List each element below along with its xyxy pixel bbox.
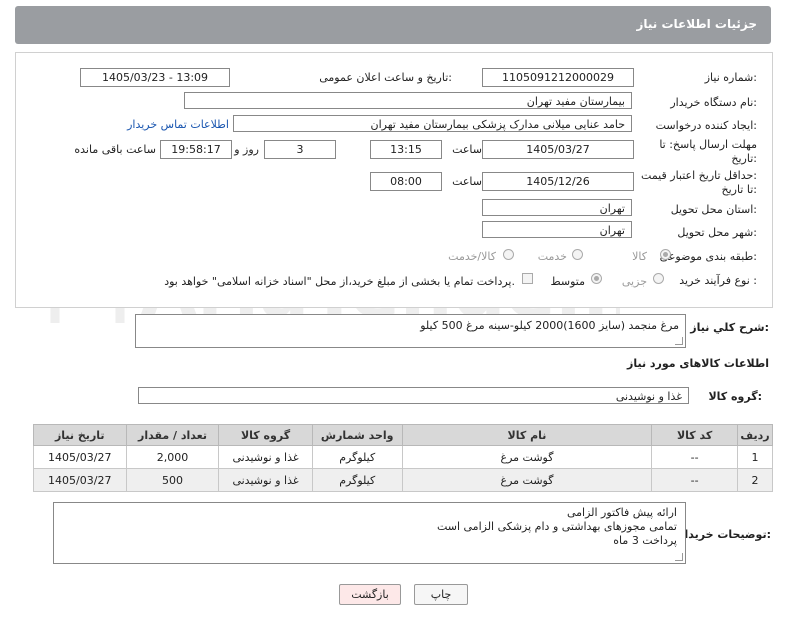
cell-unit: کیلوگرم <box>311 445 403 469</box>
goods-section-title: اطلاعات کالاهای مورد نیاز <box>627 357 769 370</box>
days-label: روز و <box>234 143 259 156</box>
remaining-label: ساعت باقی مانده <box>74 143 156 156</box>
process-label: نوع فرآیند خرید : <box>679 274 757 287</box>
buyer-notes-textarea[interactable]: ارائه پیش فاکتور الزامی تمامی مجوزهای به… <box>53 502 686 564</box>
buyer-note-line: پرداخت 3 ماه <box>613 534 677 547</box>
validity-time-field: 08:00 <box>370 172 442 191</box>
page-title: جزئیات اطلاعات نیاز <box>636 17 757 31</box>
print-button[interactable]: چاپ <box>414 584 468 605</box>
cell-row-number: 2 <box>737 468 773 492</box>
table-header-row: تاریخ نیاز تعداد / مقدار گروه کالا واحد … <box>33 424 773 446</box>
col-row-number: ردیف <box>737 424 773 446</box>
buyer-org-field: بیمارستان مفید تهران <box>184 92 632 109</box>
process-radio-minor[interactable] <box>653 273 664 284</box>
resize-handle-icon[interactable] <box>675 337 683 345</box>
process-option-medium: متوسط <box>550 275 585 288</box>
deadline-label-date: تاریخ: <box>731 152 757 165</box>
table-row[interactable]: 1405/03/27 2,000 غذا و نوشیدنی کیلوگرم گ… <box>33 445 773 469</box>
treasury-payment-checkbox[interactable] <box>522 273 533 284</box>
deadline-time-field: 13:15 <box>370 140 442 159</box>
remaining-time-field: 19:58:17 <box>160 140 232 159</box>
goods-group-label: گروه کالا: <box>708 390 762 403</box>
validity-date-field: 1405/12/26 <box>482 172 634 191</box>
cell-row-number: 1 <box>737 445 773 469</box>
deadline-hour-label: ساعت <box>452 143 482 156</box>
announce-label: تاریخ و ساعت اعلان عمومی: <box>319 71 452 84</box>
category-radio-service[interactable] <box>572 249 583 260</box>
cell-quantity: 2,000 <box>125 445 220 469</box>
need-number-field: 1105091212000029 <box>482 68 634 87</box>
process-option-minor: جزیی <box>621 275 647 288</box>
col-quantity: تعداد / مقدار <box>125 424 220 446</box>
category-option-goods-service: کالا/خدمت <box>448 250 496 263</box>
cell-goods-code: -- <box>651 468 739 492</box>
province-field: تهران <box>482 199 632 216</box>
cell-quantity: 500 <box>125 468 220 492</box>
cell-need-date: 1405/03/27 <box>33 445 127 469</box>
creator-field: حامد عنایی میلانی مدارک پزشکی بیمارستان … <box>233 115 632 132</box>
city-label: شهر محل تحویل: <box>677 226 757 239</box>
validity-label-date: تا تاریخ: <box>721 183 757 196</box>
back-button[interactable]: بازگشت <box>339 584 401 605</box>
category-label: طبقه بندی موضوعی: <box>659 250 757 263</box>
description-text: مرغ منجمد (سایز 1600)2000 کیلو-سینه مرغ … <box>420 319 679 332</box>
deadline-date-field: 1405/03/27 <box>482 140 634 159</box>
goods-group-field: غذا و نوشیدنی <box>138 387 689 404</box>
buyer-contact-link[interactable]: اطلاعات تماس خریدار <box>127 118 229 131</box>
col-unit: واحد شمارش <box>311 424 403 446</box>
col-need-date: تاریخ نیاز <box>33 424 127 446</box>
announce-datetime-field: 1405/03/23 - 13:09 <box>80 68 230 87</box>
buyer-note-line: ارائه پیش فاکتور الزامی <box>566 506 677 519</box>
col-goods-name: نام کالا <box>401 424 653 446</box>
deadline-label: مهلت ارسال پاسخ: تا <box>659 138 757 151</box>
cell-need-date: 1405/03/27 <box>33 468 127 492</box>
remaining-days-field: 3 <box>264 140 336 159</box>
category-option-service: خدمت <box>537 250 567 263</box>
items-table: تاریخ نیاز تعداد / مقدار گروه کالا واحد … <box>33 424 773 492</box>
cell-unit: کیلوگرم <box>311 468 403 492</box>
description-textarea[interactable]: مرغ منجمد (سایز 1600)2000 کیلو-سینه مرغ … <box>135 314 686 348</box>
table-row[interactable]: 1405/03/27 500 غذا و نوشیدنی کیلوگرم گوش… <box>33 468 773 492</box>
category-radio-goods-service[interactable] <box>503 249 514 260</box>
cell-goods-code: -- <box>651 445 739 469</box>
city-field: تهران <box>482 221 632 238</box>
creator-label: ایجاد کننده درخواست: <box>655 119 757 132</box>
cell-goods-name: گوشت مرغ <box>401 468 653 492</box>
resize-handle-icon[interactable] <box>675 553 683 561</box>
description-label: شرح کلي نياز: <box>690 321 769 334</box>
need-number-label: شماره نیاز: <box>704 71 757 84</box>
page-header: جزئیات اطلاعات نیاز <box>15 6 771 44</box>
buyer-org-label: نام دستگاه خریدار: <box>670 96 757 109</box>
category-option-goods: کالا <box>632 250 647 263</box>
category-radio-goods[interactable] <box>660 249 671 260</box>
process-radio-medium[interactable] <box>591 273 602 284</box>
validity-label: حداقل تاریخ اعتبار قیمت: <box>641 169 757 182</box>
validity-hour-label: ساعت <box>452 175 482 188</box>
buyer-note-line: تمامی مجوزهای بهداشتی و دام پزشکی الزامی… <box>436 520 677 533</box>
col-goods-code: کد کالا <box>651 424 739 446</box>
buyer-notes-label: توضیحات خریدار: <box>678 528 771 541</box>
province-label: استان محل تحویل: <box>670 203 757 216</box>
col-goods-group: گروه کالا <box>218 424 313 446</box>
cell-goods-group: غذا و نوشیدنی <box>218 445 313 469</box>
cell-goods-group: غذا و نوشیدنی <box>218 468 313 492</box>
cell-goods-name: گوشت مرغ <box>401 445 653 469</box>
treasury-payment-note: پرداخت تمام یا بخشی از مبلغ خرید،از محل … <box>164 275 515 288</box>
